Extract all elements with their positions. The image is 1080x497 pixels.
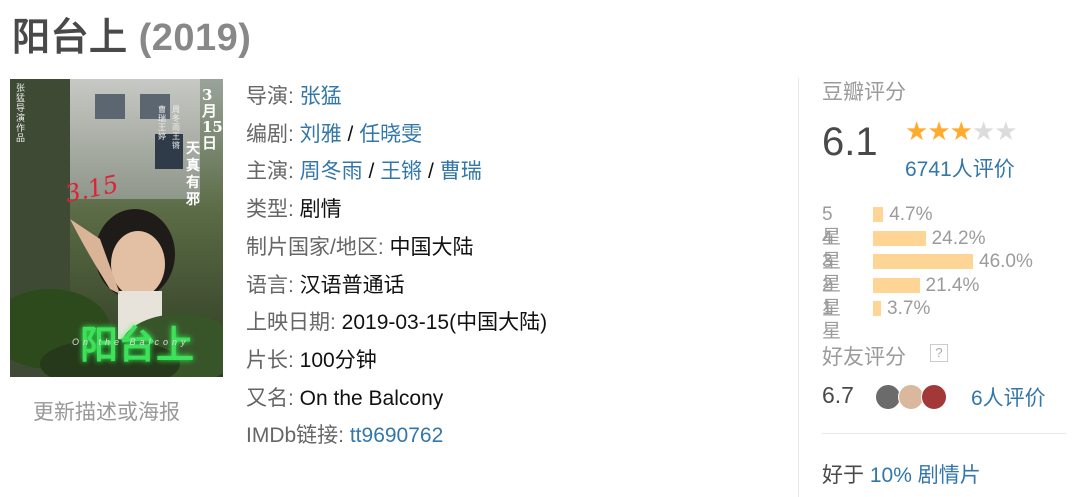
language-value: 汉语普通话 xyxy=(299,273,405,297)
genre-label: 类型: xyxy=(246,198,300,222)
distribution-percent: 46.0% xyxy=(979,251,1033,272)
genre-value: 剧情 xyxy=(299,198,342,222)
friend-rating-title: 好友评分 xyxy=(822,346,906,369)
info-aka: 又名: On the Balcony xyxy=(246,380,547,418)
distribution-percent: 21.4% xyxy=(925,274,980,296)
info-imdb: IMDb链接: tt9690762 xyxy=(246,417,547,455)
rating-stars: ★★★★★ xyxy=(905,116,1018,147)
avatar[interactable] xyxy=(921,384,947,410)
distribution-percent: 3.7% xyxy=(887,298,931,319)
country-label: 制片国家/地区: xyxy=(246,235,390,259)
better-than-prefix: 好于 xyxy=(822,464,870,487)
rating-title: 豆瓣评分 xyxy=(822,81,906,104)
info-country: 制片国家/地区: 中国大陆 xyxy=(246,229,547,267)
movie-year: (2019) xyxy=(138,17,252,59)
better-than-link[interactable]: 10% 剧情片 xyxy=(870,464,981,487)
star-icon: ★ xyxy=(971,116,995,146)
cast-link[interactable]: 曹瑞 xyxy=(440,160,482,183)
separator: / xyxy=(362,160,381,184)
distribution-bar xyxy=(873,301,882,316)
info-writer: 编剧: 刘雅 / 任晓雯 xyxy=(246,116,547,154)
info-runtime: 片长: 100分钟 xyxy=(246,342,547,380)
star-icon: ★ xyxy=(905,116,928,146)
country-value: 中国大陆 xyxy=(389,235,474,259)
release-value: 2019-03-15(中国大陆) xyxy=(341,311,548,335)
info-director: 导演: 张猛 xyxy=(246,78,547,116)
runtime-value: 100分钟 xyxy=(299,348,377,372)
rating-votes-link[interactable]: 6741人评价 xyxy=(905,153,1015,183)
language-label: 语言: xyxy=(246,273,300,297)
update-description-link[interactable]: 更新描述或海报 xyxy=(33,396,180,426)
info-genre: 类型: 剧情 xyxy=(246,191,547,229)
writer-link[interactable]: 刘雅 xyxy=(300,123,342,146)
director-link[interactable]: 张猛 xyxy=(300,85,342,108)
divider xyxy=(822,433,1066,434)
movie-info: 导演: 张猛 编剧: 刘雅 / 任晓雯 主演: 周冬雨 / 王锵 / 曹瑞 类型… xyxy=(246,78,547,455)
friend-rating-score: 6.7 xyxy=(822,382,854,408)
divider xyxy=(798,78,799,497)
friend-votes-link[interactable]: 6人评价 xyxy=(971,382,1046,412)
distribution-percent: 4.7% xyxy=(889,204,933,225)
star-level-label: 1星 xyxy=(822,298,842,342)
director-label: 导演: xyxy=(246,85,300,108)
runtime-label: 片长: xyxy=(246,348,300,372)
distribution-bar xyxy=(873,207,884,222)
distribution-bar xyxy=(873,277,920,293)
rating-score: 6.1 xyxy=(822,120,878,164)
info-release: 上映日期: 2019-03-15(中国大陆) xyxy=(246,304,547,342)
poster-subtitle: On the Balcony xyxy=(72,337,190,347)
star-icon: ★ xyxy=(994,116,1017,146)
cast-label: 主演: xyxy=(246,160,300,184)
distribution-bar xyxy=(873,230,926,246)
page-title: 阳台上 (2019) xyxy=(12,6,251,61)
separator: / xyxy=(341,122,360,146)
aka-label: 又名: xyxy=(246,386,300,410)
writer-label: 编剧: xyxy=(246,122,300,146)
star-icon: ★ xyxy=(927,116,950,146)
distribution-percent: 24.2% xyxy=(931,227,986,249)
poster-tagline: 天真有邪 xyxy=(186,141,200,208)
poster-director-credit: 张猛导演作品 xyxy=(16,83,26,143)
movie-title: 阳台上 xyxy=(12,17,128,59)
separator: / xyxy=(422,160,440,184)
info-cast: 主演: 周冬雨 / 王锵 / 曹瑞 xyxy=(246,153,547,191)
writer-link[interactable]: 任晓雯 xyxy=(359,123,422,146)
aka-value: On the Balcony xyxy=(299,386,444,410)
imdb-link[interactable]: tt9690762 xyxy=(350,424,443,447)
better-than: 好于 10% 剧情片 xyxy=(822,459,981,489)
info-language: 语言: 汉语普通话 xyxy=(246,267,547,305)
imdb-label: IMDb链接: xyxy=(246,424,350,448)
distribution-bar xyxy=(873,254,973,269)
poster-cast-credit: 周冬雨 王锵 xyxy=(172,105,180,150)
star-icon: ★ xyxy=(949,116,973,146)
release-label: 上映日期: xyxy=(246,311,342,335)
poster-date: 3月15日 xyxy=(202,86,223,152)
cast-link[interactable]: 王锵 xyxy=(380,160,422,183)
help-icon[interactable]: ? xyxy=(930,344,948,362)
poster-cast-credit-2: 曹瑞 王婷 xyxy=(158,105,166,141)
movie-poster[interactable]: 3.15 3月15日 天真有邪 张猛导演作品 周冬雨 王锵 曹瑞 王婷 阳台上 … xyxy=(10,79,223,377)
cast-link[interactable]: 周冬雨 xyxy=(300,160,363,183)
friend-avatars xyxy=(875,384,947,410)
